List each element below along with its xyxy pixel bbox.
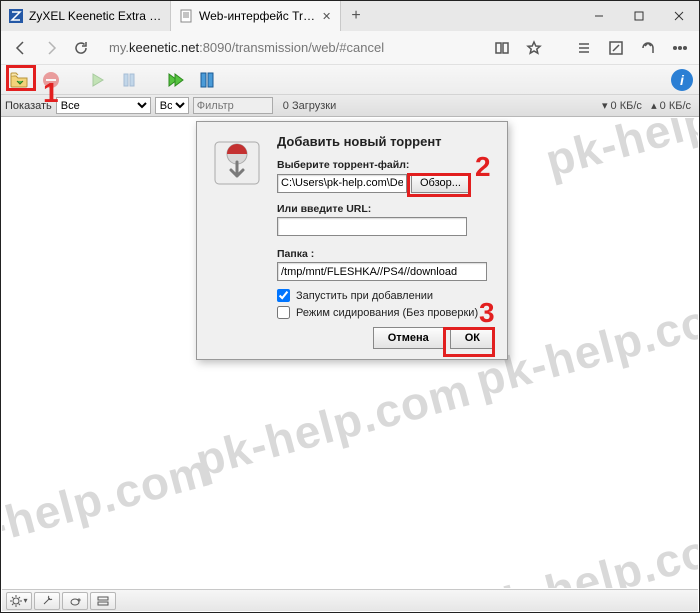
- speed-readout: ▾ 0 КБ/с ▴ 0 КБ/с: [602, 99, 695, 112]
- cancel-button[interactable]: Отмена: [373, 327, 444, 349]
- more-icon[interactable]: [667, 34, 693, 62]
- browse-button[interactable]: Обзор...: [411, 173, 470, 193]
- url-host: keenetic.net: [129, 40, 199, 55]
- watermark: pk-help.com: [2, 442, 216, 567]
- show-label: Показать: [5, 100, 52, 112]
- torrent-file-input[interactable]: [277, 174, 407, 193]
- watermark: pk-help.com: [470, 512, 698, 588]
- autostart-checkbox[interactable]: [277, 289, 290, 302]
- dialog-title: Добавить новый торрент: [277, 134, 493, 149]
- forward-button[interactable]: [37, 34, 65, 62]
- ok-button[interactable]: ОК: [450, 327, 495, 349]
- url-label: Или введите URL:: [277, 203, 493, 215]
- filter-state-select[interactable]: Все: [56, 97, 151, 114]
- window-controls: [579, 1, 699, 31]
- tab-close-icon[interactable]: ✕: [322, 10, 332, 23]
- filter-tracker-select[interactable]: Все: [155, 97, 189, 114]
- folder-input[interactable]: [277, 262, 487, 281]
- window-close-button[interactable]: [659, 1, 699, 31]
- status-bar: ▾: [2, 589, 698, 611]
- hub-icon[interactable]: [571, 34, 597, 62]
- open-torrent-button[interactable]: [7, 68, 31, 92]
- reading-list-icon[interactable]: [489, 34, 515, 62]
- back-button[interactable]: [7, 34, 35, 62]
- tab-label: Web-интерфейс Transmission: [199, 9, 316, 23]
- browser-tab-0[interactable]: ZyXEL Keenetic Extra BitTorrent: [1, 1, 171, 31]
- url-suffix: :8090/transmission/web/#cancel: [199, 40, 384, 55]
- seedmode-checkbox[interactable]: [277, 306, 290, 319]
- pick-file-label: Выберите торрент-файл:: [277, 159, 493, 171]
- filter-bar: Показать Все Все 0 Загрузки ▾ 0 КБ/с ▴ 0…: [1, 95, 699, 117]
- dialog-app-icon: [209, 134, 265, 190]
- autostart-label: Запустить при добавлении: [296, 290, 433, 302]
- refresh-button[interactable]: [67, 34, 95, 62]
- seedmode-label: Режим сидирования (Без проверки): [296, 307, 478, 319]
- new-tab-button[interactable]: +: [341, 1, 371, 31]
- watermark: pk-help.com: [540, 118, 698, 188]
- note-icon[interactable]: [603, 34, 629, 62]
- browser-tabstrip: ZyXEL Keenetic Extra BitTorrent Web-инте…: [1, 1, 699, 31]
- favicon-zyxel: [9, 9, 23, 23]
- loads-count: 0 Загрузки: [283, 100, 336, 112]
- speed-up: ▴ 0 КБ/с: [651, 100, 691, 112]
- browser-address-row: my.keenetic.net:8090/transmission/web/#c…: [1, 31, 699, 65]
- speed-down: ▾ 0 КБ/с: [602, 100, 642, 112]
- remove-torrent-button[interactable]: [39, 68, 63, 92]
- compact-button[interactable]: [90, 592, 116, 610]
- turtle-button[interactable]: [62, 592, 88, 610]
- tab-label: ZyXEL Keenetic Extra BitTorrent: [29, 9, 162, 23]
- start-all-button[interactable]: [163, 68, 187, 92]
- tools-button[interactable]: [34, 592, 60, 610]
- url-input[interactable]: [277, 217, 467, 236]
- window-maximize-button[interactable]: [619, 1, 659, 31]
- browser-tab-1[interactable]: Web-интерфейс Transmission ✕: [171, 1, 341, 31]
- share-icon[interactable]: [635, 34, 661, 62]
- folder-label: Папка :: [277, 248, 493, 260]
- torrent-list-area: pk-help.com pk-help.com pk-help.com pk-h…: [2, 118, 698, 588]
- add-torrent-dialog: Добавить новый торрент Выберите торрент-…: [196, 121, 508, 360]
- watermark: pk-help.com: [190, 362, 476, 487]
- pause-all-button[interactable]: [195, 68, 219, 92]
- window-minimize-button[interactable]: [579, 1, 619, 31]
- settings-button[interactable]: ▾: [6, 592, 32, 610]
- filter-input[interactable]: [193, 97, 273, 114]
- favorite-icon[interactable]: [521, 34, 547, 62]
- favicon-page: [179, 9, 193, 23]
- info-button[interactable]: i: [671, 69, 693, 91]
- start-button[interactable]: [85, 68, 109, 92]
- app-toolbar: i: [1, 65, 699, 95]
- pause-button[interactable]: [117, 68, 141, 92]
- address-bar[interactable]: my.keenetic.net:8090/transmission/web/#c…: [103, 36, 481, 60]
- url-prefix: my.: [109, 40, 129, 55]
